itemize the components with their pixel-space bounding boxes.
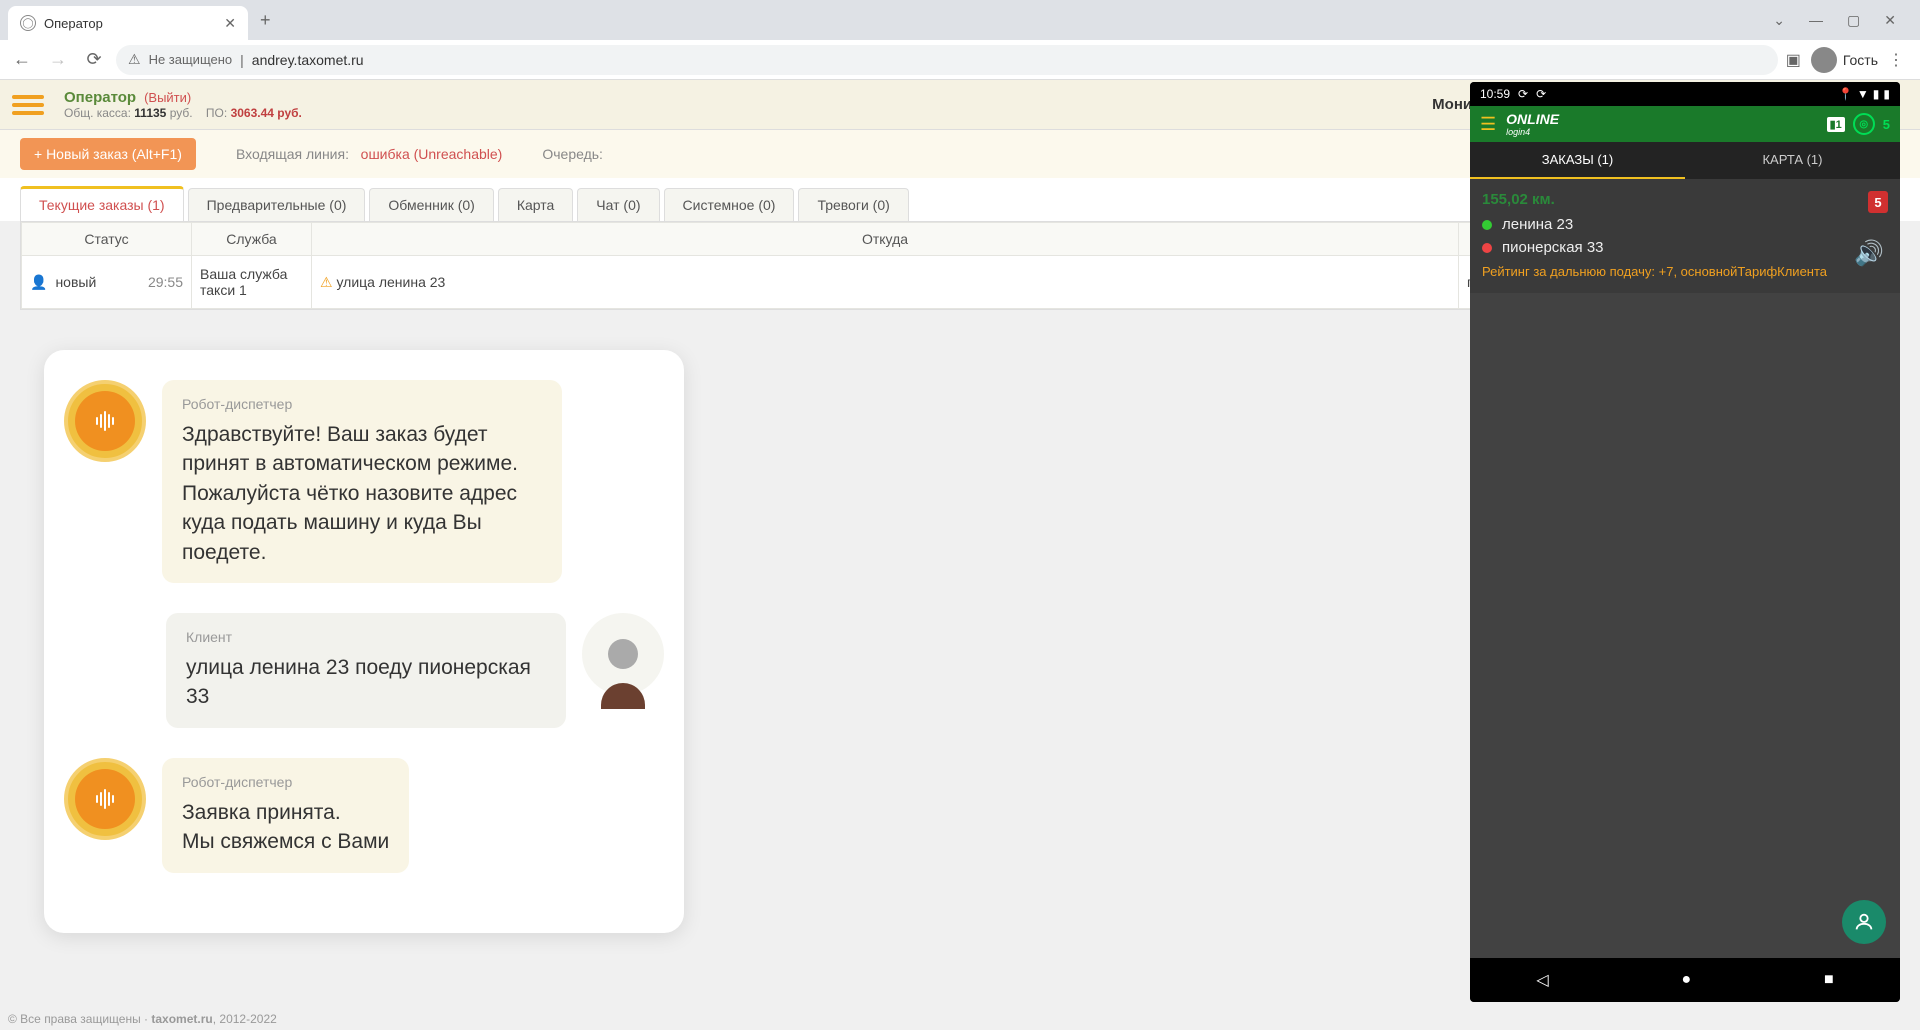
- speaker-icon[interactable]: 🔊: [1854, 239, 1884, 268]
- location-icon: 📍: [1838, 87, 1853, 101]
- bot-avatar-icon: [64, 758, 146, 840]
- mobile-badge: 5: [1868, 191, 1888, 213]
- warning-icon: ⚠: [320, 274, 333, 290]
- mobile-rating: Рейтинг за дальнюю подачу: +7, основнойТ…: [1482, 264, 1888, 281]
- wifi-icon: ▼: [1857, 87, 1869, 101]
- col-status: Статус: [22, 223, 192, 256]
- mobile-body: [1470, 293, 1900, 958]
- sync-icon: ⟳: [1536, 87, 1546, 101]
- forward-button[interactable]: →: [44, 46, 72, 74]
- mobile-order-card[interactable]: 5 155,02 км. ленина 23 пионерская 33 Рей…: [1470, 179, 1900, 293]
- url-text: andrey.taxomet.ru: [252, 52, 364, 68]
- chat-message-bot: Робот-диспетчер Здравствуйте! Ваш заказ …: [64, 380, 664, 583]
- chat-message-client: Клиент улица ленина 23 поеду пионерская …: [64, 613, 664, 728]
- mobile-header: ☰ ONLINE login4 ▮1 ◎ 5: [1470, 106, 1900, 142]
- mobile-ticket-badge[interactable]: ▮1: [1827, 117, 1845, 132]
- mobile-status-title: ONLINE: [1506, 111, 1559, 127]
- cell-service: Ваша служба такси 1: [192, 256, 312, 309]
- status-time: 29:55: [148, 274, 183, 290]
- tab-current-orders[interactable]: Текущие заказы (1): [20, 186, 184, 221]
- warning-icon: ⚠: [128, 51, 141, 68]
- queue-label: Очередь:: [542, 146, 603, 162]
- new-order-button[interactable]: + Новый заказ (Alt+F1): [20, 138, 196, 170]
- mobile-back-button[interactable]: ◁: [1536, 970, 1548, 990]
- mobile-status-bar: 10:59 ⟳ ⟳ 📍 ▼ ▮ ▮: [1470, 82, 1900, 106]
- profile-button[interactable]: Гость: [1811, 47, 1878, 73]
- mobile-fab-button[interactable]: [1842, 900, 1886, 944]
- browser-toolbar: ← → ⟳ ⚠ Не защищено | andrey.taxomet.ru …: [0, 40, 1920, 80]
- window-controls: ⌄ — ▢ ✕: [1773, 12, 1912, 29]
- tab-preliminary[interactable]: Предварительные (0): [188, 188, 366, 221]
- profile-label: Гость: [1843, 52, 1878, 68]
- sync-icon: ⟳: [1518, 87, 1528, 101]
- message-text: Заявка принята. Мы свяжемся с Вами: [182, 798, 389, 857]
- browser-tab-strip: ◯ Оператор ✕ + ⌄ — ▢ ✕: [0, 0, 1920, 40]
- mobile-tab-orders[interactable]: ЗАКАЗЫ (1): [1470, 142, 1685, 179]
- app-title: Оператор: [64, 89, 136, 106]
- cell-from: улица ленина 23: [336, 274, 445, 290]
- gps-count: 5: [1883, 117, 1890, 132]
- mobile-tab-map[interactable]: КАРТА (1): [1685, 142, 1900, 179]
- message-text: Здравствуйте! Ваш заказ будет принят в а…: [182, 420, 542, 567]
- tab-title: Оператор: [44, 16, 216, 31]
- reload-button[interactable]: ⟳: [80, 46, 108, 74]
- gps-icon[interactable]: ◎: [1853, 113, 1875, 135]
- minimize-button[interactable]: —: [1809, 12, 1823, 29]
- back-button[interactable]: ←: [8, 46, 36, 74]
- hamburger-menu[interactable]: [12, 89, 44, 121]
- incoming-label: Входящая линия:: [236, 146, 349, 162]
- footer: © Все права защищены · taxomet.ru, 2012-…: [8, 1012, 277, 1026]
- cash-info: Общ. касса: 11135 руб. ПО: 3063.44 руб.: [64, 106, 302, 120]
- mobile-to: пионерская 33: [1502, 239, 1604, 256]
- close-window-button[interactable]: ✕: [1884, 12, 1896, 29]
- maximize-button[interactable]: ▢: [1847, 12, 1860, 29]
- chat-panel: Робот-диспетчер Здравствуйте! Ваш заказ …: [44, 350, 684, 933]
- signal-icon: ▮: [1873, 87, 1880, 101]
- mobile-login: login4: [1506, 127, 1559, 137]
- status-icon: 👤: [30, 274, 47, 291]
- menu-icon[interactable]: ⋮: [1888, 50, 1904, 70]
- mobile-menu-icon[interactable]: ☰: [1480, 114, 1496, 135]
- destination-dot-icon: [1482, 243, 1492, 253]
- sender-label: Клиент: [186, 629, 546, 645]
- mobile-time: 10:59: [1480, 87, 1510, 101]
- avatar-icon: [1811, 47, 1837, 73]
- mobile-nav-bar: ◁ ● ■: [1470, 958, 1900, 1002]
- incoming-status: ошибка (Unreachable): [361, 146, 503, 162]
- mobile-home-button[interactable]: ●: [1681, 971, 1691, 989]
- sender-label: Робот-диспетчер: [182, 774, 389, 790]
- tab-chat[interactable]: Чат (0): [577, 188, 659, 221]
- mobile-tabs: ЗАКАЗЫ (1) КАРТА (1): [1470, 142, 1900, 179]
- mobile-distance: 155,02 км.: [1482, 191, 1888, 208]
- tab-map[interactable]: Карта: [498, 188, 573, 221]
- col-from: Откуда: [312, 223, 1459, 256]
- panel-icon[interactable]: ▣: [1786, 50, 1801, 70]
- close-icon[interactable]: ✕: [224, 15, 236, 32]
- tab-exchange[interactable]: Обменник (0): [369, 188, 493, 221]
- new-tab-button[interactable]: +: [260, 10, 271, 31]
- browser-tab[interactable]: ◯ Оператор ✕: [8, 6, 248, 40]
- user-avatar-icon: [582, 613, 664, 695]
- chat-message-bot: Робот-диспетчер Заявка принята. Мы свяже…: [64, 758, 664, 873]
- tab-alarms[interactable]: Тревоги (0): [798, 188, 908, 221]
- logout-link[interactable]: (Выйти): [144, 90, 191, 105]
- status-text: новый: [55, 274, 96, 290]
- address-bar[interactable]: ⚠ Не защищено | andrey.taxomet.ru: [116, 45, 1778, 75]
- bot-avatar-icon: [64, 380, 146, 462]
- sender-label: Робот-диспетчер: [182, 396, 542, 412]
- battery-icon: ▮: [1883, 87, 1890, 101]
- mobile-device: 10:59 ⟳ ⟳ 📍 ▼ ▮ ▮ ☰ ONLINE login4 ▮1 ◎ 5…: [1470, 82, 1900, 1002]
- tab-system[interactable]: Системное (0): [664, 188, 795, 221]
- message-text: улица ленина 23 поеду пионерская 33: [186, 653, 546, 712]
- globe-icon: ◯: [20, 15, 36, 31]
- security-status: Не защищено: [149, 52, 233, 67]
- col-service: Служба: [192, 223, 312, 256]
- mobile-from: ленина 23: [1502, 216, 1573, 233]
- mobile-recent-button[interactable]: ■: [1824, 971, 1834, 989]
- chevron-down-icon[interactable]: ⌄: [1773, 12, 1785, 29]
- origin-dot-icon: [1482, 220, 1492, 230]
